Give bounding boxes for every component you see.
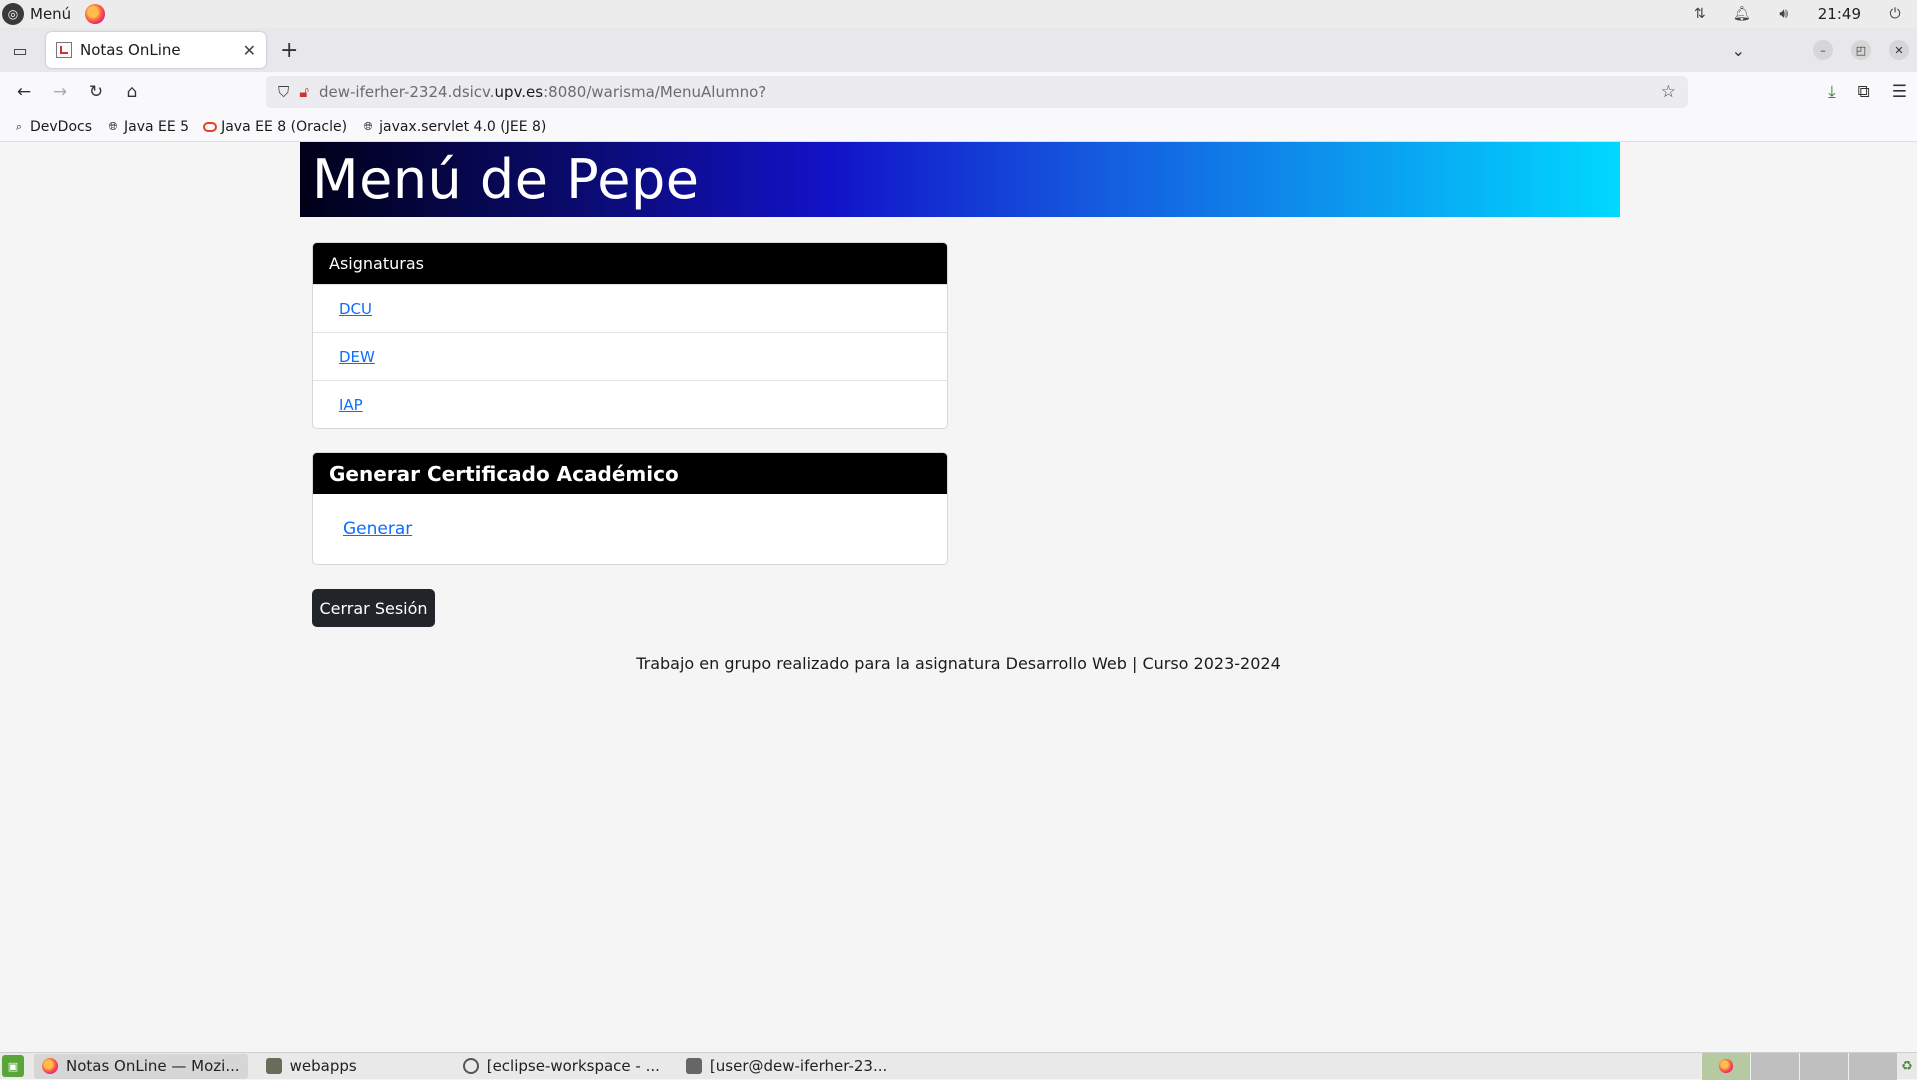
task-eclipse[interactable]: [eclipse-workspace - ... [455, 1054, 668, 1079]
close-tab-icon[interactable]: ✕ [243, 41, 256, 60]
forward-icon[interactable]: → [42, 82, 78, 102]
bookmark-java-ee-8[interactable]: Java EE 8 (Oracle) [203, 119, 347, 135]
workspace-3[interactable] [1799, 1052, 1848, 1080]
certificate-card: Generar Certificado Académico Generar [312, 452, 948, 565]
bookmark-star-icon[interactable]: ☆ [1661, 82, 1676, 102]
task-terminal[interactable]: [user@dew-iferher-23... [678, 1054, 895, 1079]
app-menu-icon[interactable]: ☰ [1892, 82, 1907, 102]
globe-icon: 🌐︎ [108, 119, 118, 133]
list-item: DEW [313, 332, 947, 380]
volume-icon[interactable]: 🔊︎ [1776, 6, 1792, 22]
certificate-header: Generar Certificado Académico [313, 453, 947, 494]
terminal-icon [685, 1058, 702, 1074]
tab-favicon-icon [56, 42, 72, 58]
subjects-card: Asignaturas DCU DEW IAP [312, 242, 948, 429]
back-icon[interactable]: ← [6, 82, 42, 102]
os-menu-button[interactable]: ◎ Menú [0, 3, 106, 25]
page-footer: Trabajo en grupo realizado para la asign… [636, 654, 1281, 673]
workspace-2[interactable] [1750, 1052, 1799, 1080]
bookmark-java-ee-5[interactable]: 🌐︎ Java EE 5 [106, 119, 189, 135]
insecure-lock-icon[interactable]: 🔓︎ [299, 83, 309, 101]
search-icon: ⌕ [15, 119, 23, 133]
tab-overview-icon[interactable]: ▭ [0, 41, 40, 60]
bookmarks-toolbar: ⌕ DevDocs 🌐︎ Java EE 5 Java EE 8 (Oracle… [0, 112, 1917, 142]
bookmark-devdocs[interactable]: ⌕ DevDocs [12, 119, 92, 135]
url-bar[interactable]: ⛉ 🔓︎ dew-iferher-2324.dsicv.upv.es:8080/… [266, 76, 1688, 108]
trash-icon[interactable]: ♻ [1897, 1059, 1917, 1074]
network-icon[interactable]: ⇅ [1692, 6, 1708, 22]
list-item: DCU [313, 284, 947, 332]
certificate-body: Generar [313, 494, 947, 564]
subject-link-dcu[interactable]: DCU [339, 300, 372, 318]
web-page: Menú de Pepe Asignaturas DCU DEW IAP Gen… [0, 142, 1917, 1052]
os-taskbar: ▣ Notas OnLine — Mozi... webapps [eclips… [0, 1052, 1917, 1080]
firefox-icon [42, 1058, 58, 1074]
firefox-launcher-icon[interactable] [85, 4, 106, 24]
minimize-icon[interactable]: – [1813, 40, 1833, 60]
page-title-banner: Menú de Pepe [300, 142, 1620, 217]
generate-certificate-link[interactable]: Generar [343, 519, 412, 539]
close-window-icon[interactable]: ✕ [1889, 40, 1909, 60]
tab-notas-online[interactable]: Notas OnLine ✕ [46, 32, 266, 68]
window-controls: ⌄ – ◰ ✕ [1732, 40, 1917, 60]
tracking-shield-icon[interactable]: ⛉ [278, 83, 289, 101]
eclipse-icon [462, 1058, 479, 1074]
reload-icon[interactable]: ↻ [78, 82, 114, 102]
power-icon[interactable]: ⏻ [1887, 6, 1903, 22]
task-firefox[interactable]: Notas OnLine — Mozi... [34, 1053, 248, 1079]
logout-button[interactable]: Cerrar Sesión [312, 589, 435, 627]
new-tab-icon[interactable]: + [280, 38, 298, 63]
oracle-icon [203, 121, 218, 132]
folder-icon [265, 1058, 282, 1074]
url-text[interactable]: dew-iferher-2324.dsicv.upv.es:8080/waris… [319, 83, 1651, 101]
system-tray: ⇅ 🔔︎ 🔊︎ 21:49 ⏻ [1692, 5, 1917, 23]
notifications-icon[interactable]: 🔔︎ [1733, 6, 1751, 22]
workspace-4[interactable] [1848, 1052, 1897, 1080]
list-all-tabs-icon[interactable]: ⌄ [1732, 41, 1745, 60]
os-menu-label: Menú [30, 5, 72, 23]
browser-tab-bar: ▭ Notas OnLine ✕ + ⌄ – ◰ ✕ [0, 28, 1917, 72]
home-icon[interactable]: ⌂ [114, 82, 150, 102]
page-title: Menú de Pepe [312, 148, 700, 211]
tab-title: Notas OnLine [80, 41, 181, 59]
toolbar-right: ⤓ ⧉ ☰ [1828, 82, 1907, 102]
restore-icon[interactable]: ◰ [1851, 40, 1871, 60]
clock[interactable]: 21:49 [1818, 5, 1861, 23]
downloads-icon[interactable]: ⤓ [1828, 82, 1836, 102]
subject-link-iap[interactable]: IAP [339, 396, 363, 414]
task-webapps[interactable]: webapps [258, 1054, 365, 1079]
list-item: IAP [313, 380, 947, 428]
extensions-icon[interactable]: ⧉ [1858, 82, 1870, 102]
show-desktop-icon[interactable]: ▣ [2, 1055, 24, 1077]
globe-icon: 🌐︎ [363, 119, 373, 133]
browser-nav-bar: ← → ↻ ⌂ ⛉ 🔓︎ dew-iferher-2324.dsicv.upv.… [0, 72, 1917, 112]
os-logo-icon: ◎ [2, 3, 24, 25]
workspace-switcher [1701, 1052, 1897, 1080]
subject-link-dew[interactable]: DEW [339, 348, 375, 366]
subjects-header: Asignaturas [313, 243, 947, 284]
os-top-panel: ◎ Menú ⇅ 🔔︎ 🔊︎ 21:49 ⏻ [0, 0, 1917, 28]
workspace-1[interactable] [1701, 1052, 1750, 1080]
bookmark-javax-servlet[interactable]: 🌐︎ javax.servlet 4.0 (JEE 8) [361, 119, 547, 135]
firefox-icon [1719, 1059, 1733, 1073]
